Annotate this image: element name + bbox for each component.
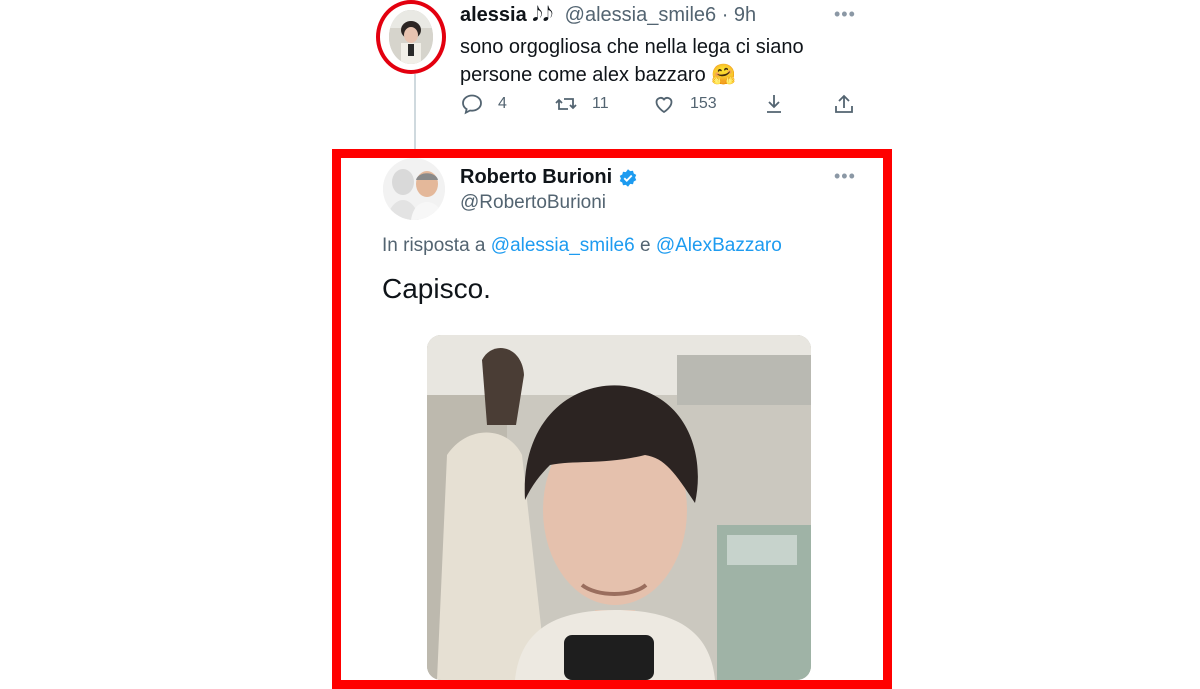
reply-icon	[462, 94, 482, 115]
verified-badge-icon	[619, 168, 637, 187]
tweet1-header: alessia 𝅘𝅥𝅮𝅘𝅥𝅮 @alessia_smile6 · 9h	[460, 4, 756, 27]
share-icon	[767, 95, 781, 113]
reply-conjunction: e	[639, 235, 651, 256]
avatar-photo	[389, 10, 433, 64]
more-icon[interactable]: •••	[834, 4, 856, 25]
reply-count: 4	[498, 95, 507, 112]
tweet1-text: sono orgogliosa che nella lega ci siano …	[460, 33, 880, 89]
avatar-alessia[interactable]	[376, 0, 446, 74]
retweet-count: 11	[592, 95, 609, 112]
thread-connector-line	[414, 74, 416, 152]
tweet2-handle[interactable]: @RobertoBurioni	[460, 192, 606, 214]
tweet1-text-line1: sono orgogliosa che nella lega ci siano	[460, 36, 804, 58]
avatar-illustration	[389, 10, 433, 64]
avatar-illustration	[383, 158, 445, 220]
hugging-emoji: 🤗	[711, 64, 737, 86]
tweet2-attached-photo[interactable]	[427, 335, 811, 680]
like-icon	[655, 97, 673, 114]
like-count: 153	[690, 95, 717, 112]
mention-link-alessia[interactable]: @alessia_smile6	[491, 235, 635, 256]
upload-icon	[835, 94, 853, 113]
tweet2-author: Roberto Burioni	[460, 166, 638, 189]
tweet2-author-name[interactable]: Roberto Burioni	[460, 166, 612, 189]
tweet1-author-name[interactable]: alessia	[460, 4, 527, 26]
retweet-icon	[555, 98, 577, 110]
tweet1-text-line2: persone come alex bazzaro	[460, 64, 706, 86]
tweet2-text: Capisco.	[382, 273, 491, 304]
reply-prefix: In risposta a	[382, 235, 486, 256]
tweet1-handle-time[interactable]: @alessia_smile6 · 9h	[565, 4, 757, 26]
reply-context: In risposta a @alessia_smile6 e @AlexBaz…	[382, 235, 782, 257]
avatar-roberto-burioni[interactable]	[383, 158, 445, 220]
mention-link-alexbazzaro[interactable]: @AlexBazzaro	[656, 235, 782, 256]
more-icon[interactable]: •••	[834, 166, 856, 187]
reply-button[interactable]: 4	[460, 92, 554, 116]
music-notes-emoji: 𝅘𝅥𝅮𝅘𝅥𝅮	[532, 4, 554, 26]
retweet-button[interactable]: 11	[554, 92, 652, 116]
tweet1-action-bar: 4 11 153	[460, 92, 856, 116]
photo-illustration	[427, 335, 811, 680]
share-button[interactable]	[762, 92, 832, 116]
like-button[interactable]: 153	[652, 92, 762, 116]
upload-button[interactable]	[832, 92, 856, 116]
